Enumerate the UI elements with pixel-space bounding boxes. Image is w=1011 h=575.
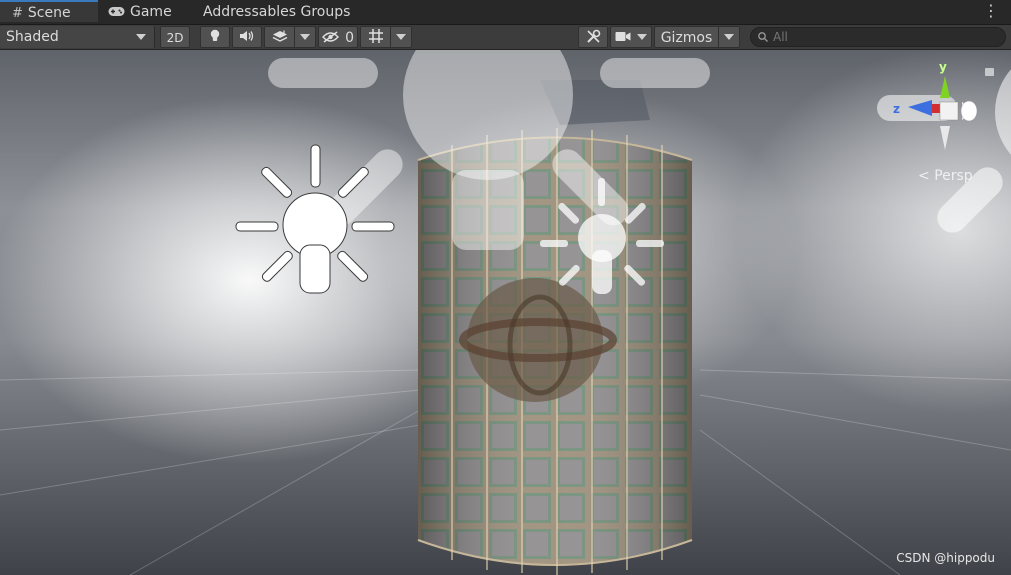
- draw-mode-dropdown[interactable]: Shaded: [0, 26, 155, 48]
- search-icon: [758, 32, 768, 42]
- scene-viewport[interactable]: y z < Persp CSDN @hippodu: [0, 50, 1011, 575]
- gamepad-icon: [108, 1, 125, 25]
- more-options-icon[interactable]: ⋮: [983, 2, 999, 20]
- eye-slash-icon: [322, 31, 339, 43]
- chevron-down-icon: [724, 34, 734, 40]
- hidden-objects-count: 0: [345, 30, 355, 46]
- camera-settings-dropdown[interactable]: [610, 26, 652, 48]
- tab-game-label: Game: [130, 4, 172, 20]
- lightbulb-icon: [210, 29, 220, 41]
- draw-mode-label: Shaded: [6, 29, 59, 45]
- chevron-left-icon: <: [918, 168, 930, 184]
- tools-toggle[interactable]: [578, 26, 608, 48]
- grid-dropdown[interactable]: [390, 26, 412, 48]
- scene-render: [0, 50, 1011, 575]
- scene-audio-toggle[interactable]: [232, 26, 262, 48]
- tools-icon: [586, 29, 600, 43]
- chevron-down-icon: [396, 34, 406, 40]
- watermark: CSDN @hippodu: [896, 551, 995, 565]
- right-ghost-gizmo: [937, 69, 1011, 233]
- axis-z-label: z: [893, 102, 900, 116]
- tab-game[interactable]: Game: [108, 0, 172, 24]
- lock-icon: [985, 68, 994, 76]
- gizmos-label: Gizmos: [660, 30, 713, 46]
- scene-lighting-toggle[interactable]: [200, 26, 230, 48]
- chevron-down-icon: [300, 34, 310, 40]
- search-input[interactable]: [773, 29, 993, 45]
- scene-visibility-toggle[interactable]: 0: [318, 26, 358, 48]
- layers-icon: [272, 30, 287, 42]
- tab-bar: # Scene Game Addressables Groups ⋮: [0, 0, 1011, 25]
- projection-toggle[interactable]: < Persp: [918, 168, 973, 184]
- axis-center-cube: [939, 101, 959, 121]
- scene-effects-toggle[interactable]: [264, 26, 294, 48]
- axis-y-label: y: [939, 60, 947, 74]
- grid-icon: [368, 29, 383, 43]
- speaker-icon: [240, 31, 254, 41]
- tab-addressables-groups[interactable]: Addressables Groups: [203, 0, 350, 24]
- chevron-down-icon: [136, 34, 146, 40]
- tab-addressables-label: Addressables Groups: [203, 4, 351, 20]
- toggle-2d-button[interactable]: 2D: [160, 26, 190, 48]
- gizmos-dropdown[interactable]: [718, 26, 740, 48]
- chevron-down-icon: [637, 34, 648, 40]
- camera-icon: [615, 32, 631, 41]
- hierarchy-search[interactable]: [750, 27, 1006, 47]
- grid-toggle[interactable]: [360, 26, 390, 48]
- projection-label: Persp: [934, 168, 973, 184]
- tab-scene[interactable]: # Scene: [0, 0, 98, 22]
- tab-scene-label: Scene: [27, 5, 71, 21]
- axis-x-stub: [932, 104, 940, 113]
- gizmos-toggle[interactable]: Gizmos: [654, 26, 718, 48]
- grid-hash-icon: #: [12, 6, 23, 21]
- scene-effects-dropdown[interactable]: [294, 26, 316, 48]
- scene-toolbar: Shaded 2D 0 Gizmos: [0, 25, 1011, 50]
- toggle-2d-label: 2D: [166, 31, 184, 45]
- axis-y-cone: [940, 76, 950, 98]
